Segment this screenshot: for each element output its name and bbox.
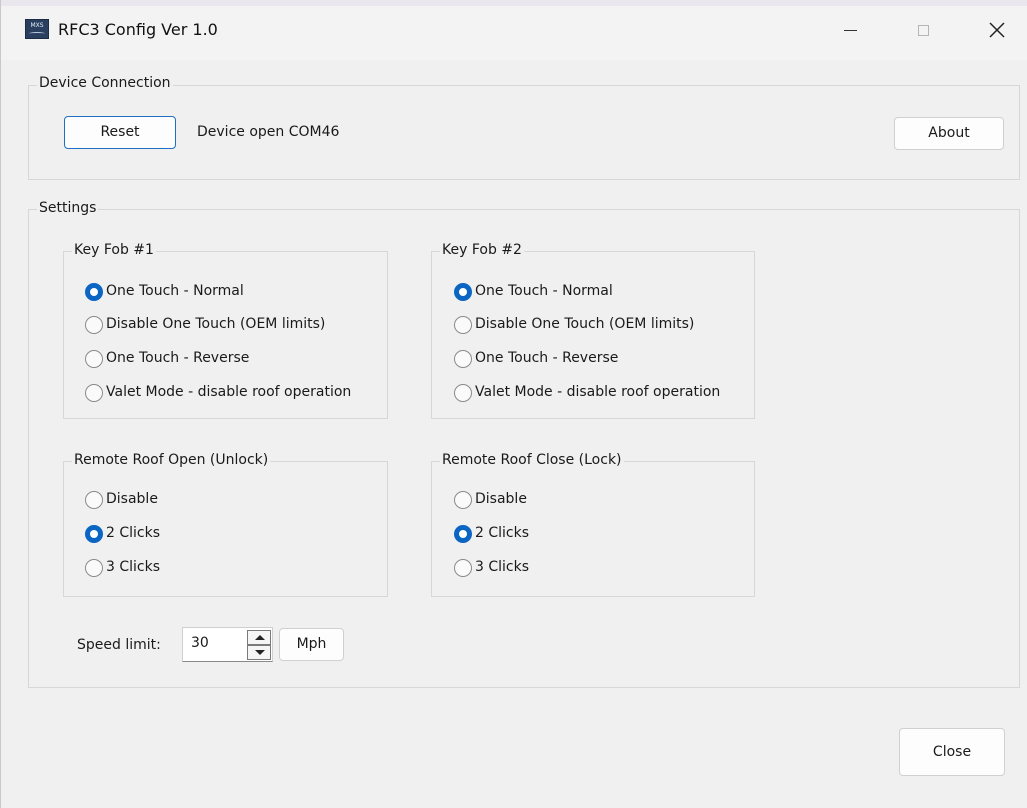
app-logo-text: MXS xyxy=(30,22,44,29)
maximize-button[interactable] xyxy=(900,10,948,50)
title-bar[interactable]: MXS RFC3 Config Ver 1.0 xyxy=(1,0,1027,60)
radio-icon[interactable] xyxy=(454,350,472,368)
radio-label: One Touch - Reverse xyxy=(475,350,619,366)
device-connection-legend: Device Connection xyxy=(37,75,173,91)
radio-label: Disable xyxy=(106,491,158,507)
radio-icon[interactable] xyxy=(454,559,472,577)
app-logo-icon: MXS xyxy=(25,19,49,39)
minimize-icon xyxy=(844,30,857,31)
radio-label: One Touch - Normal xyxy=(475,283,613,299)
remote-open-legend: Remote Roof Open (Unlock) xyxy=(72,452,271,468)
maximize-icon xyxy=(918,25,929,36)
device-connection-group xyxy=(28,85,1020,180)
speed-limit-label: Speed limit: xyxy=(77,637,161,653)
window-title: RFC3 Config Ver 1.0 xyxy=(58,20,218,39)
close-icon xyxy=(989,22,1005,38)
background-strip xyxy=(1,0,1027,6)
radio-label: 2 Clicks xyxy=(475,525,530,541)
radio-icon[interactable] xyxy=(85,559,103,577)
reset-button[interactable]: Reset xyxy=(64,116,176,149)
radio-icon[interactable] xyxy=(85,350,103,368)
minimize-button[interactable] xyxy=(827,10,875,50)
radio-icon[interactable] xyxy=(85,316,103,334)
radio-label: Valet Mode - disable roof operation xyxy=(106,384,352,400)
radio-selected-icon[interactable] xyxy=(454,283,472,301)
radio-label: 2 Clicks xyxy=(106,525,161,541)
radio-label: One Touch - Normal xyxy=(106,283,244,299)
spinner-buttons xyxy=(247,630,271,660)
radio-label: Disable One Touch (OEM limits) xyxy=(475,316,695,332)
spin-up-icon[interactable] xyxy=(247,630,271,645)
app-logo-wave xyxy=(29,32,45,35)
close-window-button[interactable] xyxy=(973,10,1021,50)
key-fob-2-legend: Key Fob #2 xyxy=(440,242,524,258)
radio-icon[interactable] xyxy=(85,384,103,402)
radio-icon[interactable] xyxy=(454,316,472,334)
radio-label: Valet Mode - disable roof operation xyxy=(475,384,721,400)
spin-down-icon[interactable] xyxy=(247,645,271,660)
radio-label: Disable One Touch (OEM limits) xyxy=(106,316,326,332)
radio-label: 3 Clicks xyxy=(475,559,530,575)
config-window: MXS RFC3 Config Ver 1.0 Device Connectio… xyxy=(0,0,1027,808)
connection-status: Device open COM46 xyxy=(197,124,340,140)
radio-icon[interactable] xyxy=(454,491,472,509)
close-button[interactable]: Close xyxy=(899,728,1005,776)
mph-unit-button[interactable]: Mph xyxy=(279,628,344,661)
radio-selected-icon[interactable] xyxy=(85,283,103,301)
radio-icon[interactable] xyxy=(454,384,472,402)
radio-selected-icon[interactable] xyxy=(85,525,103,543)
radio-label: One Touch - Reverse xyxy=(106,350,250,366)
remote-close-legend: Remote Roof Close (Lock) xyxy=(440,452,624,468)
radio-label: 3 Clicks xyxy=(106,559,161,575)
radio-icon[interactable] xyxy=(85,491,103,509)
speed-limit-spinner[interactable]: 30 xyxy=(182,627,273,662)
settings-legend: Settings xyxy=(37,200,99,216)
about-button[interactable]: About xyxy=(894,117,1004,150)
radio-label: Disable xyxy=(475,491,527,507)
radio-selected-icon[interactable] xyxy=(454,525,472,543)
key-fob-1-legend: Key Fob #1 xyxy=(72,242,156,258)
speed-limit-input[interactable]: 30 xyxy=(191,635,209,651)
